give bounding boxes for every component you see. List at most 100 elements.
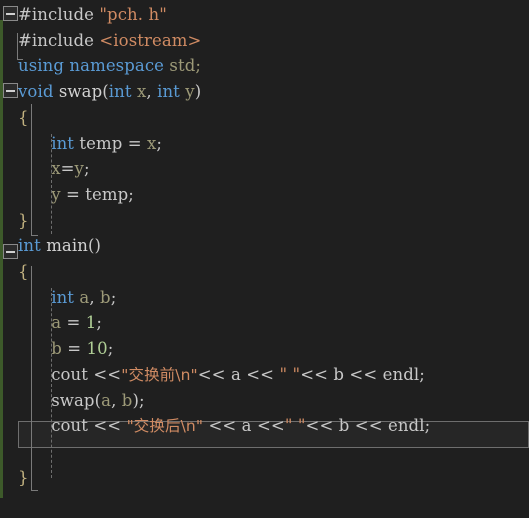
code-line[interactable]: y = temp; — [0, 182, 529, 208]
code-token-op: << — [208, 416, 237, 436]
brace-guide-includes — [17, 33, 18, 60]
brace-guide-includes-foot — [17, 59, 23, 60]
code-line-text: cout <<"交换前\n"<< a << " "<< b << endl; — [51, 362, 425, 389]
code-line[interactable]: swap(a, b); — [0, 388, 529, 414]
code-line-text: x=y; — [51, 156, 89, 182]
code-token-plain: cout — [51, 364, 94, 384]
code-token-brace: { — [18, 262, 29, 281]
code-line-text: cout << "交换后\n" << a <<" "<< b << endl; — [51, 413, 430, 440]
code-token-ident: y — [74, 159, 84, 179]
code-line[interactable]: { — [0, 259, 529, 285]
code-token-kw: using namespace — [18, 56, 170, 76]
code-token-brace: } — [18, 210, 29, 230]
code-token-str: " " — [274, 364, 301, 384]
code-token-op: << — [93, 416, 127, 436]
code-line-text: int temp = x; — [51, 131, 162, 157]
brace-guide-swap-body — [31, 104, 32, 236]
code-line[interactable]: } — [0, 208, 529, 234]
code-token-op: = — [60, 159, 75, 179]
code-line-text: using namespace std; — [18, 53, 201, 79]
code-token-plain: endl — [377, 364, 420, 384]
code-line[interactable]: x=y; — [0, 156, 529, 182]
code-line[interactable]: #include "pch. h" — [0, 2, 529, 28]
code-line-text: a = 1; — [51, 310, 102, 336]
brace-guide-main-body — [31, 266, 32, 491]
code-line[interactable]: cout <<"交换前\n"<< a << " "<< b << endl; — [0, 362, 529, 388]
code-token-fn: swap — [58, 82, 103, 102]
fold-collapse-icon-line-1[interactable] — [3, 6, 18, 21]
code-token-num: 10 — [86, 339, 108, 359]
code-token-brace: { — [18, 107, 29, 127]
code-token-num: 1 — [85, 313, 97, 333]
code-line[interactable] — [0, 439, 529, 465]
code-line[interactable]: int main() — [0, 233, 529, 259]
code-editor[interactable]: #include "pch. h" #include <iostream> usin… — [0, 0, 529, 518]
code-line-text: { — [18, 259, 29, 285]
code-token-op: = — [122, 133, 148, 153]
code-line[interactable]: cout << "交换后\n" << a <<" "<< b << endl; — [0, 413, 529, 439]
code-token-ident: y — [51, 184, 61, 204]
code-token-type: int — [51, 133, 80, 153]
code-token-std: std; — [169, 56, 202, 76]
code-line-text: int main() — [18, 233, 101, 259]
code-line[interactable]: #include <iostream> — [0, 28, 529, 54]
code-line[interactable]: int a, b; — [0, 285, 529, 311]
code-token-ident: b — [51, 339, 62, 359]
code-token-fn: main — [46, 236, 88, 256]
code-token-str: "交换后\n" — [126, 417, 204, 436]
code-line[interactable]: } — [0, 465, 529, 491]
code-token-plain: b — [333, 416, 355, 436]
code-token-punct: ; — [138, 390, 145, 410]
code-token-plain: endl — [382, 416, 425, 436]
code-token-plain: temp — [79, 133, 123, 153]
code-token-op: << — [349, 364, 378, 384]
brace-guide-swap-body-foot — [31, 235, 38, 236]
code-token-op: << — [305, 416, 334, 436]
code-token-type: int — [108, 82, 137, 102]
code-token-ident: a — [51, 313, 62, 333]
code-line[interactable]: b = 10; — [0, 336, 529, 362]
code-token-plain: a — [225, 364, 247, 384]
code-token-op: << — [354, 416, 383, 436]
code-token-type: int — [51, 287, 80, 307]
brace-guide-main-body-foot — [31, 490, 38, 491]
code-token-punct: ; — [83, 159, 90, 179]
fold-collapse-icon-line-4[interactable] — [3, 83, 18, 98]
code-token-punct: , — [146, 82, 158, 102]
code-token-str: "交换前\n" — [121, 365, 198, 384]
code-token-brace: } — [18, 467, 29, 487]
code-line-text: } — [18, 208, 29, 234]
code-token-str: " " — [284, 416, 306, 436]
code-token-plain: a — [236, 416, 257, 436]
code-line-text: } — [18, 465, 29, 491]
code-token-op: << — [197, 364, 226, 384]
code-line[interactable]: a = 1; — [0, 310, 529, 336]
code-token-op: << — [246, 364, 275, 384]
code-token-punct: ; — [156, 133, 163, 153]
code-token-punct: ; — [424, 416, 431, 436]
code-token-str: "pch. h" — [99, 5, 167, 24]
code-token-punct: ; — [107, 339, 114, 359]
code-line[interactable]: void swap(int x, int y) — [0, 79, 529, 105]
code-token-plain: cout — [51, 416, 94, 436]
code-line[interactable]: int temp = x; — [0, 131, 529, 157]
fold-collapse-icon-line-10[interactable] — [3, 244, 18, 259]
code-token-punct: ; — [419, 364, 425, 384]
code-token-ident: b — [100, 287, 111, 307]
code-line[interactable]: { — [0, 105, 529, 131]
code-token-punct: ; — [96, 313, 103, 333]
code-token-ident: x — [136, 82, 147, 102]
code-line[interactable]: using namespace std; — [0, 53, 529, 79]
code-token-type: void — [18, 82, 59, 102]
code-token-pre: #include — [18, 30, 100, 50]
code-content[interactable]: #include "pch. h" #include <iostream> usin… — [0, 0, 529, 518]
code-token-punct: ) — [194, 82, 202, 102]
code-token-ident: y — [185, 82, 195, 102]
code-token-ident: x — [51, 159, 61, 179]
indent-guide-swap-inner — [51, 134, 52, 234]
code-token-plain: b — [328, 364, 350, 384]
code-line-text: b = 10; — [51, 336, 113, 362]
code-line-text: #include <iostream> — [18, 28, 201, 54]
code-line-text: swap(a, b); — [51, 388, 144, 414]
code-token-punct: () — [87, 236, 102, 256]
